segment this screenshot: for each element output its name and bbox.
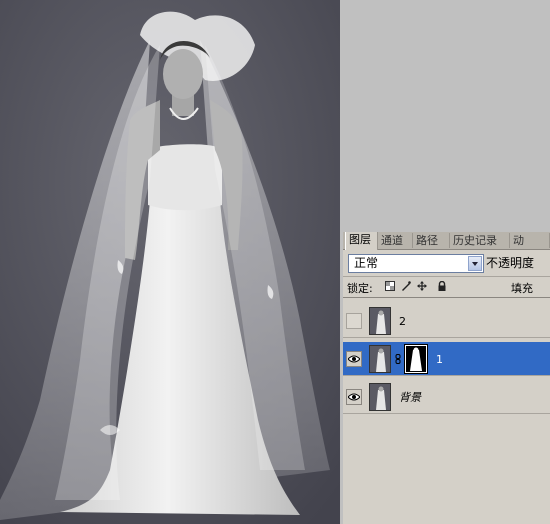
layer-name[interactable]: 1 xyxy=(436,353,443,366)
layer-row-background[interactable]: 背景 xyxy=(343,380,550,414)
visibility-toggle-empty[interactable] xyxy=(346,313,362,329)
bride-photo xyxy=(0,0,340,524)
eye-icon[interactable] xyxy=(346,351,362,367)
layer-row-1[interactable]: 1 xyxy=(343,342,550,376)
chain-link-icon[interactable] xyxy=(395,354,401,364)
layer-row-2[interactable]: 2 xyxy=(343,304,550,338)
dropdown-arrow-icon[interactable] xyxy=(468,256,482,271)
opacity-label: 不透明度 xyxy=(486,256,535,270)
layer-mask-thumbnail[interactable] xyxy=(404,344,428,374)
tab-layers[interactable]: 图层 xyxy=(345,232,378,250)
lock-transparent-icon[interactable] xyxy=(385,281,395,291)
lock-position-icon[interactable] xyxy=(417,281,427,291)
layers-panel: 图层 通道 路径 历史记录 动 正常 不透明度 锁定: 填充 2 1 背景 xyxy=(343,232,550,524)
layer-name[interactable]: 2 xyxy=(399,315,406,328)
blend-mode-value: 正常 xyxy=(354,256,379,270)
lock-row: 锁定: 填充 xyxy=(343,276,550,298)
layer-thumbnail xyxy=(369,307,391,335)
layer-thumbnail xyxy=(369,345,391,373)
document-canvas[interactable] xyxy=(0,0,340,524)
tab-history[interactable]: 历史记录 xyxy=(450,233,510,248)
tab-actions[interactable]: 动 xyxy=(510,233,550,248)
panel-tabs: 图层 通道 路径 历史记录 动 xyxy=(343,232,550,250)
tab-paths[interactable]: 路径 xyxy=(413,233,450,248)
lock-all-icon[interactable] xyxy=(437,280,447,291)
blend-mode-select[interactable]: 正常 xyxy=(348,254,484,273)
lock-label: 锁定: xyxy=(347,282,373,295)
layer-name[interactable]: 背景 xyxy=(399,391,421,404)
lock-image-icon[interactable] xyxy=(401,281,411,291)
tab-channels[interactable]: 通道 xyxy=(378,233,413,248)
fill-label: 填充 xyxy=(511,282,533,295)
eye-icon[interactable] xyxy=(346,389,362,405)
layer-thumbnail xyxy=(369,383,391,411)
